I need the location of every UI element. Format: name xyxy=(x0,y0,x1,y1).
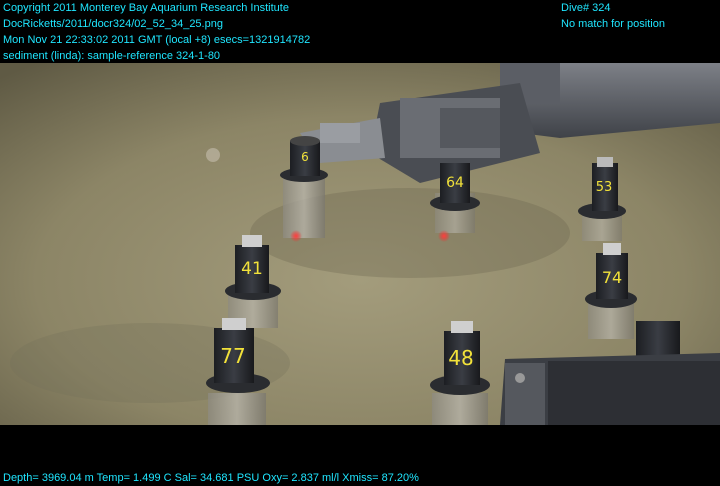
file-path-line: DocRicketts/2011/docr324/02_52_34_25.png xyxy=(3,18,223,30)
svg-text:53: 53 xyxy=(596,180,613,195)
svg-text:74: 74 xyxy=(602,268,622,287)
copyright-line: Copyright 2011 Monterey Bay Aquarium Res… xyxy=(3,2,289,14)
header-right: Dive# 324 No match for position xyxy=(561,0,665,32)
seafloor-image: 6 64 53 41 74 77 48 xyxy=(0,63,720,425)
position-status: No match for position xyxy=(561,18,665,30)
foreground-tool xyxy=(500,353,720,425)
dive-number: Dive# 324 xyxy=(561,2,611,14)
sensor-readout: Depth= 3969.04 m Temp= 1.499 C Sal= 34.6… xyxy=(3,472,419,484)
svg-text:41: 41 xyxy=(241,259,263,279)
svg-text:77: 77 xyxy=(220,344,245,368)
timestamp-line: Mon Nov 21 22:33:02 2011 GMT (local +8) … xyxy=(3,34,311,46)
svg-text:64: 64 xyxy=(446,175,464,191)
svg-text:48: 48 xyxy=(448,346,473,370)
sample-line: sediment (linda): sample-reference 324-1… xyxy=(3,50,221,62)
svg-text:6: 6 xyxy=(301,150,309,164)
header-left: Copyright 2011 Monterey Bay Aquarium Res… xyxy=(3,0,310,64)
